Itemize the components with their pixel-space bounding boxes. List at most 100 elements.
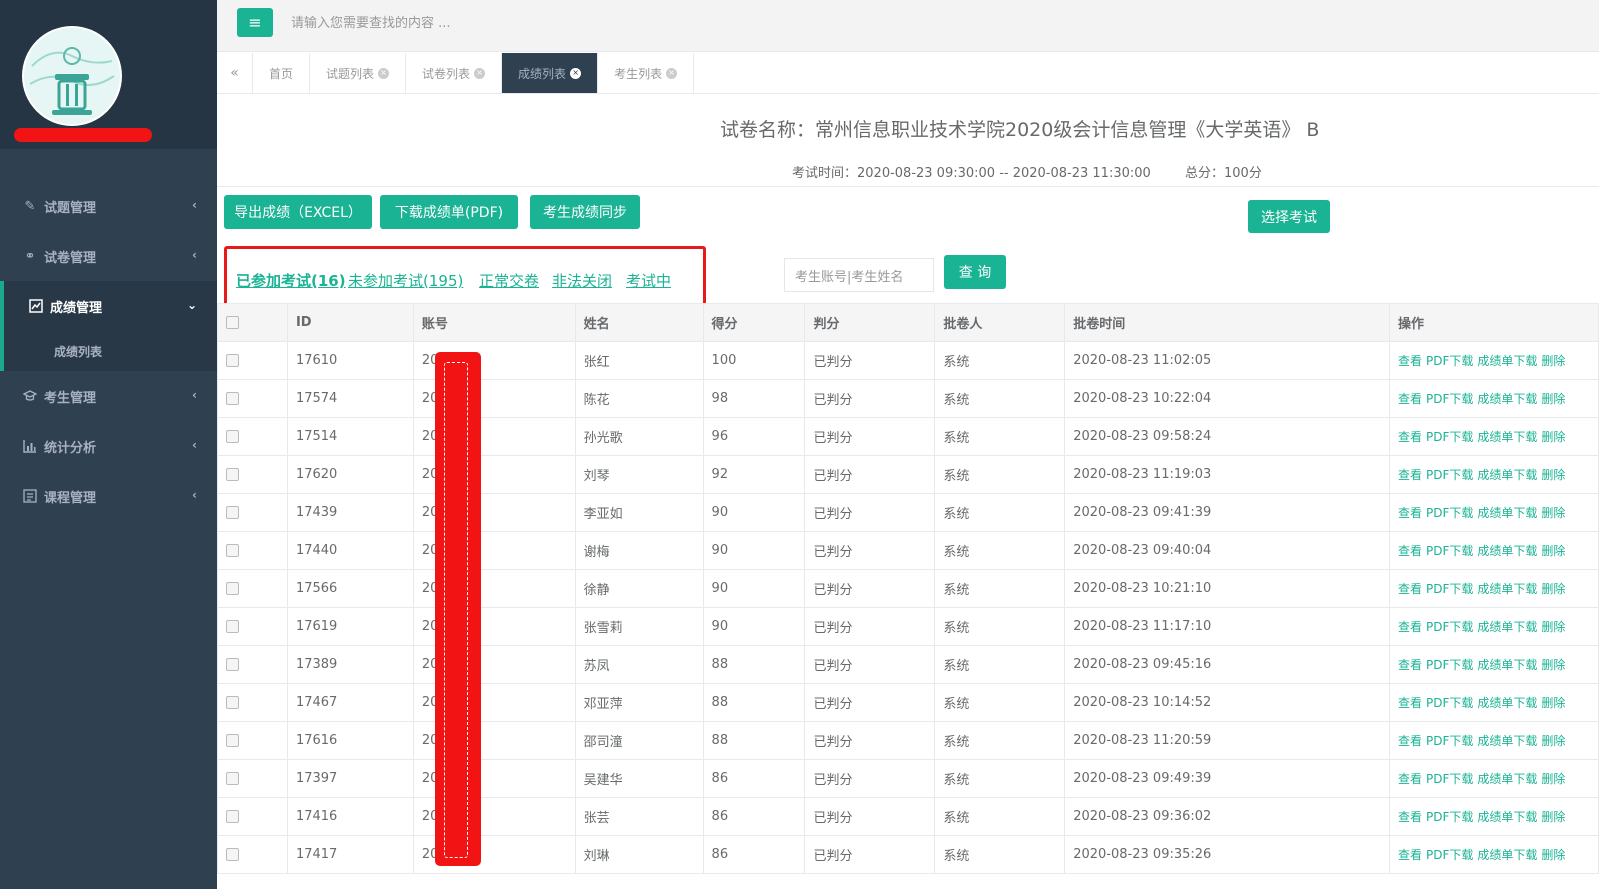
column-header-id[interactable]: ID [286, 303, 414, 342]
pdf-download-link[interactable]: PDF下载 [1426, 430, 1473, 444]
pdf-download-link[interactable]: PDF下载 [1426, 810, 1473, 824]
report-download-link[interactable]: 成绩单下载 [1477, 848, 1537, 862]
column-header-status[interactable]: 判分 [804, 303, 936, 342]
search-button[interactable]: 查 询 [944, 255, 1006, 289]
select-exam-button[interactable]: 选择考试 [1248, 200, 1330, 233]
sidebar-item-course-management[interactable]: 课程管理 ‹ [0, 471, 217, 521]
column-header-time[interactable]: 批卷时间 [1064, 303, 1390, 342]
report-download-link[interactable]: 成绩单下载 [1477, 810, 1537, 824]
report-download-link[interactable]: 成绩单下载 [1477, 392, 1537, 406]
report-download-link[interactable]: 成绩单下载 [1477, 658, 1537, 672]
row-checkbox[interactable] [226, 430, 239, 443]
table-row[interactable]: 17610 20 张红 100 已判分 系统 2020-08-23 11:02:05 查看 PD… [217, 341, 1599, 380]
close-icon[interactable]: × [378, 67, 390, 79]
sidebar-item-paper-management[interactable]: ⚭ 试卷管理 ‹ [0, 231, 217, 281]
tab-home[interactable]: 首页 [253, 53, 311, 93]
report-download-link[interactable]: 成绩单下载 [1477, 544, 1537, 558]
tab-question-list[interactable]: 试题列表 × [310, 53, 407, 93]
filter-not-attended-link[interactable]: 未参加考试(195) [348, 270, 463, 291]
filter-illegal-close-link[interactable]: 非法关闭 [552, 270, 612, 291]
delete-link[interactable]: 删除 [1541, 848, 1565, 862]
table-row[interactable]: 17616 20 邵司潼 88 已判分 系统 2020-08-23 11:20:59 查看 PD… [217, 721, 1599, 760]
table-row[interactable]: 17439 20 李亚如 90 已判分 系统 2020-08-23 09:41:39 查看 PD… [217, 493, 1599, 532]
table-row[interactable]: 17467 20 邓亚萍 88 已判分 系统 2020-08-23 10:14:52 查看 PD… [217, 683, 1599, 722]
table-row[interactable]: 17440 20 谢梅 90 已判分 系统 2020-08-23 09:40:04 查看 PDF… [217, 531, 1599, 570]
pdf-download-link[interactable]: PDF下载 [1426, 468, 1473, 482]
row-checkbox[interactable] [226, 734, 239, 747]
column-header-account[interactable]: 账号 [412, 303, 576, 342]
report-download-link[interactable]: 成绩单下载 [1477, 468, 1537, 482]
table-row[interactable]: 17389 20 苏凤 88 已判分 系统 2020-08-23 09:45:16 查看 PDF… [217, 645, 1599, 684]
view-link[interactable]: 查看 [1398, 468, 1422, 482]
menu-toggle-button[interactable]: ≡ [237, 8, 273, 37]
delete-link[interactable]: 删除 [1541, 620, 1565, 634]
table-row[interactable]: 17620 20 刘琴 92 已判分 系统 2020-08-23 11:19:03 查看 PDF… [217, 455, 1599, 494]
delete-link[interactable]: 删除 [1541, 772, 1565, 786]
pdf-download-link[interactable]: PDF下载 [1426, 354, 1473, 368]
pdf-download-link[interactable]: PDF下载 [1426, 506, 1473, 520]
sidebar-item-question-management[interactable]: ✎ 试题管理 ‹ [0, 181, 217, 231]
view-link[interactable]: 查看 [1398, 582, 1422, 596]
row-checkbox[interactable] [226, 772, 239, 785]
delete-link[interactable]: 删除 [1541, 430, 1565, 444]
view-link[interactable]: 查看 [1398, 734, 1422, 748]
view-link[interactable]: 查看 [1398, 848, 1422, 862]
table-row[interactable]: 17514 20 孙光歌 96 已判分 系统 2020-08-23 09:58:24 查看 PD… [217, 417, 1599, 456]
column-header-name[interactable]: 姓名 [574, 303, 704, 342]
row-checkbox[interactable] [226, 848, 239, 861]
download-pdf-button[interactable]: 下载成绩单(PDF) [380, 195, 518, 229]
delete-link[interactable]: 删除 [1541, 696, 1565, 710]
pdf-download-link[interactable]: PDF下载 [1426, 620, 1473, 634]
tabs-scroll-left-button[interactable]: « [217, 53, 253, 93]
table-row[interactable]: 17417 20 刘琳 86 已判分 系统 2020-08-23 09:35:26 查看 PDF… [217, 835, 1599, 874]
pdf-download-link[interactable]: PDF下载 [1426, 848, 1473, 862]
tab-paper-list[interactable]: 试卷列表 × [406, 53, 503, 93]
delete-link[interactable]: 删除 [1541, 506, 1565, 520]
avatar[interactable] [22, 26, 122, 126]
row-checkbox[interactable] [226, 620, 239, 633]
sidebar-item-score-management[interactable]: 成绩管理 ⌄ [0, 281, 217, 331]
pdf-download-link[interactable]: PDF下载 [1426, 734, 1473, 748]
sidebar-subitem-score-list[interactable]: 成绩列表 [0, 331, 217, 371]
row-checkbox[interactable] [226, 582, 239, 595]
delete-link[interactable]: 删除 [1541, 810, 1565, 824]
report-download-link[interactable]: 成绩单下载 [1477, 734, 1537, 748]
delete-link[interactable]: 删除 [1541, 468, 1565, 482]
table-row[interactable]: 17566 20 徐静 90 已判分 系统 2020-08-23 10:21:10 查看 PDF… [217, 569, 1599, 608]
view-link[interactable]: 查看 [1398, 430, 1422, 444]
table-row[interactable]: 17397 20 吴建华 86 已判分 系统 2020-08-23 09:49:39 查看 PD… [217, 759, 1599, 798]
row-checkbox[interactable] [226, 810, 239, 823]
report-download-link[interactable]: 成绩单下载 [1477, 620, 1537, 634]
filter-normal-submit-link[interactable]: 正常交卷 [479, 270, 539, 291]
report-download-link[interactable]: 成绩单下载 [1477, 430, 1537, 444]
view-link[interactable]: 查看 [1398, 696, 1422, 710]
row-checkbox[interactable] [226, 468, 239, 481]
row-checkbox[interactable] [226, 354, 239, 367]
delete-link[interactable]: 删除 [1541, 658, 1565, 672]
pdf-download-link[interactable]: PDF下载 [1426, 772, 1473, 786]
delete-link[interactable]: 删除 [1541, 544, 1565, 558]
report-download-link[interactable]: 成绩单下载 [1477, 354, 1537, 368]
view-link[interactable]: 查看 [1398, 620, 1422, 634]
row-checkbox[interactable] [226, 506, 239, 519]
delete-link[interactable]: 删除 [1541, 392, 1565, 406]
report-download-link[interactable]: 成绩单下载 [1477, 696, 1537, 710]
report-download-link[interactable]: 成绩单下载 [1477, 772, 1537, 786]
row-checkbox[interactable] [226, 392, 239, 405]
tab-score-list[interactable]: 成绩列表 × [502, 53, 599, 93]
view-link[interactable]: 查看 [1398, 354, 1422, 368]
close-icon[interactable]: × [666, 67, 678, 79]
row-checkbox[interactable] [226, 544, 239, 557]
pdf-download-link[interactable]: PDF下载 [1426, 658, 1473, 672]
export-excel-button[interactable]: 导出成绩（EXCEL） [224, 195, 372, 229]
close-icon[interactable]: × [474, 67, 486, 79]
row-checkbox[interactable] [226, 658, 239, 671]
tab-student-list[interactable]: 考生列表 × [598, 53, 695, 93]
sync-scores-button[interactable]: 考生成绩同步 [530, 195, 640, 229]
close-icon[interactable]: × [570, 67, 582, 79]
select-all-checkbox[interactable] [226, 316, 239, 329]
filter-attended-link[interactable]: 已参加考试(16) [236, 270, 346, 291]
sidebar-item-student-management[interactable]: 考生管理 ‹ [0, 371, 217, 421]
sidebar-item-statistics[interactable]: 统计分析 ‹ [0, 421, 217, 471]
view-link[interactable]: 查看 [1398, 658, 1422, 672]
